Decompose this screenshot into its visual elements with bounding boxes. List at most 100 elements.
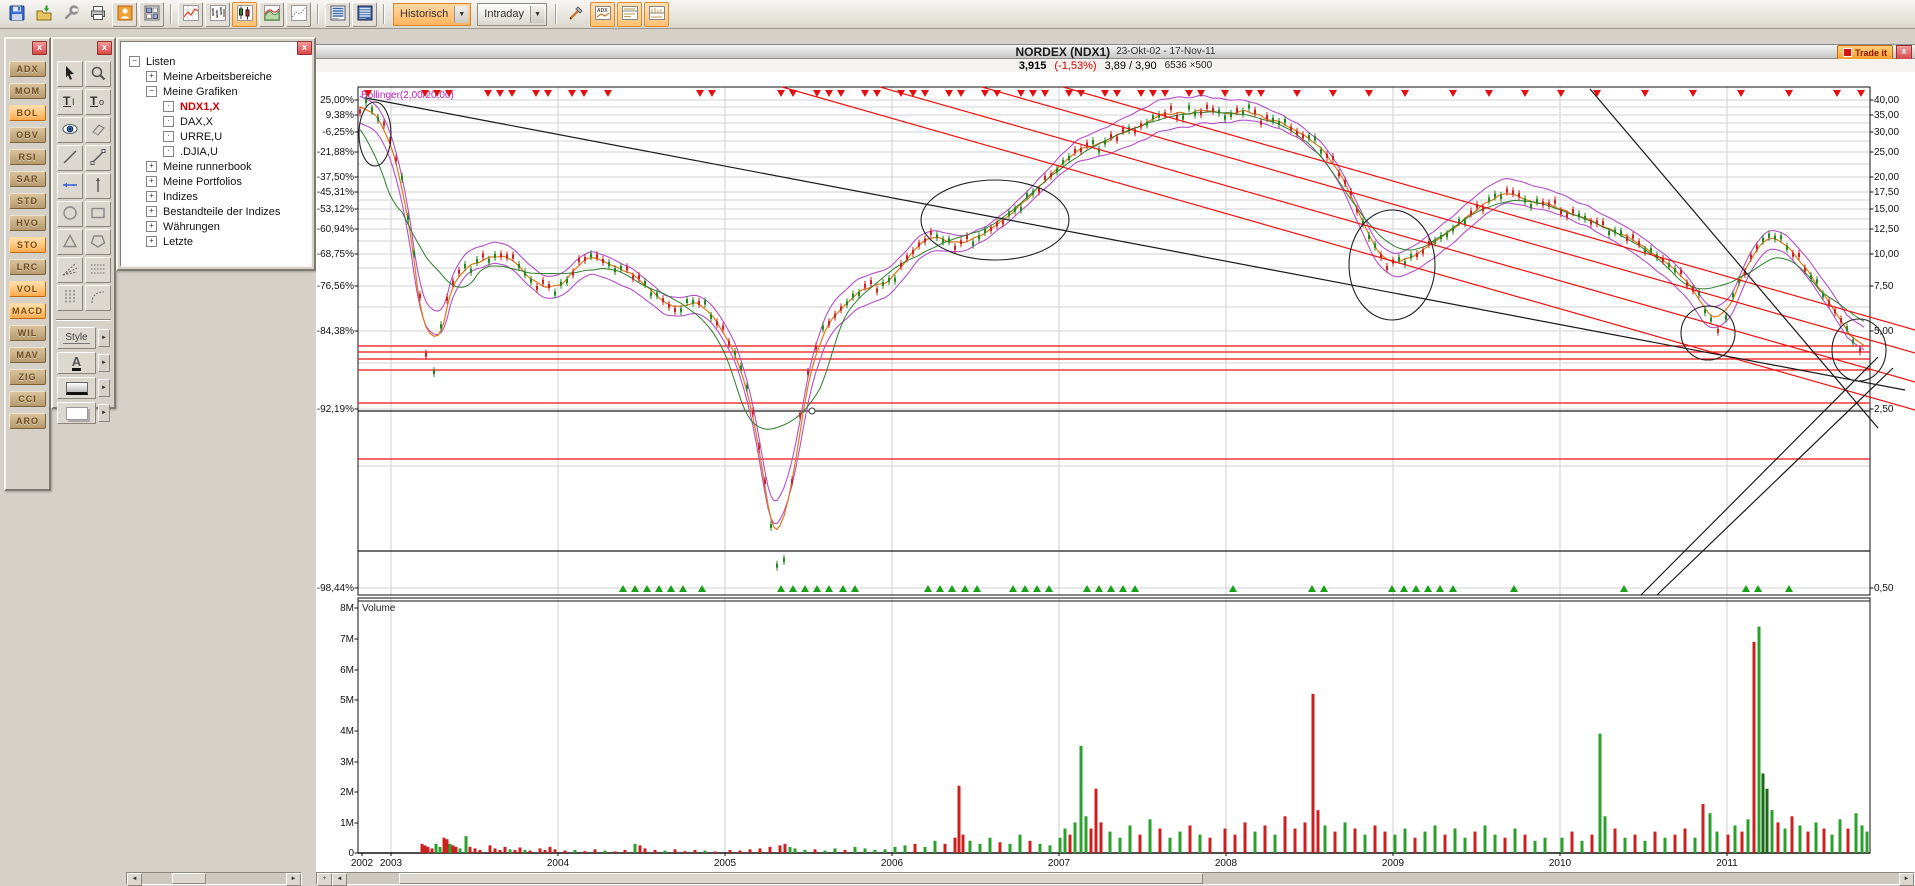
- scroll-right-icon[interactable]: ►: [286, 873, 301, 886]
- tree-expander-plus-icon[interactable]: +: [146, 176, 157, 187]
- tree-item-meine-runnerbook[interactable]: +Meine runnerbook: [121, 159, 311, 174]
- chevron-right-icon[interactable]: ►: [98, 379, 110, 397]
- chevron-down-icon[interactable]: ▼: [530, 6, 544, 23]
- tool-polygon-tool[interactable]: [85, 229, 111, 255]
- indicator-button-wil[interactable]: WIL: [9, 325, 46, 341]
- price-chart[interactable]: 25,00%9,38%-6,25%-21,88%-37,50%-45,31%-5…: [316, 72, 1915, 872]
- layout-button[interactable]: [139, 2, 164, 27]
- close-icon[interactable]: x: [297, 41, 312, 55]
- historisch-dropdown[interactable]: Historisch▼: [393, 3, 471, 26]
- style-row-line[interactable]: ►: [57, 377, 110, 399]
- chart-area-button[interactable]: [259, 2, 284, 27]
- indicator-button-rsi[interactable]: RSI: [9, 149, 46, 165]
- tool-fan-lines[interactable]: [57, 257, 83, 283]
- style-row-font[interactable]: A ►: [57, 352, 110, 374]
- tool-eye[interactable]: [57, 117, 83, 143]
- tool-dashed-cols[interactable]: [57, 285, 83, 311]
- tool-hline-arrow[interactable]: [57, 173, 83, 199]
- indicator-button-zig[interactable]: ZIG: [9, 369, 46, 385]
- indicator-button-cci[interactable]: CCI: [9, 391, 46, 407]
- close-icon[interactable]: x: [32, 41, 47, 55]
- indicator-button-adx[interactable]: ADX: [9, 61, 46, 77]
- scroll-thumb[interactable]: [399, 873, 1203, 884]
- save-button[interactable]: [4, 2, 29, 27]
- indicator-button-bol[interactable]: BOL: [9, 105, 46, 121]
- style-row-fill[interactable]: ►: [57, 402, 110, 424]
- scroll-left-icon[interactable]: ◄: [127, 873, 142, 886]
- print-button[interactable]: [85, 2, 110, 27]
- tool-eraser[interactable]: [85, 117, 111, 143]
- tool-zoom-lens[interactable]: [85, 61, 111, 87]
- chevron-right-icon[interactable]: ►: [98, 329, 110, 347]
- tree-item-indizes[interactable]: +Indizes: [121, 189, 311, 204]
- scroll-track[interactable]: [142, 873, 286, 884]
- tree-expander-plus-icon[interactable]: +: [146, 161, 157, 172]
- indicator-button-sto[interactable]: STO: [9, 237, 46, 253]
- chart-candle-button[interactable]: [232, 2, 257, 27]
- tree-item-w-hrungen[interactable]: +Währungen: [121, 219, 311, 234]
- tree-expander-plus-icon[interactable]: +: [146, 221, 157, 232]
- indicator-button-macd[interactable]: MACD: [9, 303, 46, 319]
- adx-tool-button[interactable]: ADX: [590, 2, 615, 27]
- indicator-button-hvo[interactable]: HVO: [9, 215, 46, 231]
- pane2-tool-button[interactable]: [644, 2, 669, 27]
- trade-it-button[interactable]: Trade it: [1837, 45, 1893, 60]
- tool-trend-line2[interactable]: [85, 145, 111, 171]
- tool-ellipse-tool[interactable]: [57, 201, 83, 227]
- tree-expander-minus-icon[interactable]: −: [146, 86, 157, 97]
- quote-list2-button[interactable]: [352, 2, 377, 27]
- indicator-button-vol[interactable]: VOL: [9, 281, 46, 297]
- tool-vline-arrow[interactable]: [85, 173, 111, 199]
- chart-line-button[interactable]: [178, 2, 203, 27]
- tool-arc-tool[interactable]: [85, 285, 111, 311]
- tree-expander-plus-icon[interactable]: +: [146, 206, 157, 217]
- tree-expander-plus-icon[interactable]: +: [146, 236, 157, 247]
- tree-item--djia-u[interactable]: ·.DJIA,U: [121, 144, 311, 159]
- quote-list-button[interactable]: [325, 2, 350, 27]
- tree-item-meine-portfolios[interactable]: +Meine Portfolios: [121, 174, 311, 189]
- tree-item-bestandteile-der-indizes[interactable]: +Bestandteile der Indizes: [121, 204, 311, 219]
- indicator-button-obv[interactable]: OBV: [9, 127, 46, 143]
- tree-item-urre-u[interactable]: ·URRE,U: [121, 129, 311, 144]
- style-row-style[interactable]: Style ►: [57, 327, 110, 349]
- tree-item-letzte[interactable]: +Letzte: [121, 234, 311, 249]
- indicator-button-std[interactable]: STD: [9, 193, 46, 209]
- draw-tool-button[interactable]: [563, 2, 588, 27]
- tree-item-ndx1-x[interactable]: ·NDX1,X: [121, 99, 311, 114]
- tree-expander-plus-icon[interactable]: +: [146, 191, 157, 202]
- pane-tool-button[interactable]: [617, 2, 642, 27]
- tool-rect-tool[interactable]: [85, 201, 111, 227]
- wrench-button[interactable]: [58, 2, 83, 27]
- chart-ohlc-button[interactable]: [205, 2, 230, 27]
- chevron-right-icon[interactable]: ►: [98, 404, 110, 422]
- indicator-button-mav[interactable]: MAV: [9, 347, 46, 363]
- scroll-right-icon[interactable]: ►: [1899, 873, 1914, 886]
- tool-trend-line[interactable]: [57, 145, 83, 171]
- scroll-thumb[interactable]: [172, 873, 206, 884]
- tool-triangle-tool[interactable]: [57, 229, 83, 255]
- close-icon[interactable]: x: [1896, 45, 1912, 60]
- chevron-down-icon[interactable]: ▼: [454, 6, 468, 23]
- tool-text-ti[interactable]: TI: [57, 89, 83, 115]
- tree-item-meine-arbeitsbereiche[interactable]: +Meine Arbeitsbereiche: [121, 69, 311, 84]
- chart-horizontal-scrollbar[interactable]: + ◄ ►: [316, 872, 1915, 885]
- tree-item-meine-grafiken[interactable]: −Meine Grafiken: [121, 84, 311, 99]
- chart-dot-button[interactable]: [286, 2, 311, 27]
- tool-text-to[interactable]: To: [85, 89, 111, 115]
- tool-cursor[interactable]: [57, 61, 83, 87]
- tree-expander-plus-icon[interactable]: +: [146, 71, 157, 82]
- zoom-plus-button[interactable]: +: [317, 873, 332, 886]
- chevron-right-icon[interactable]: ►: [98, 354, 110, 372]
- tool-dotted-rows[interactable]: [85, 257, 111, 283]
- scroll-left-icon[interactable]: ◄: [332, 873, 347, 886]
- tree-item-dax-x[interactable]: ·DAX,X: [121, 114, 311, 129]
- drawing-handle[interactable]: [809, 408, 815, 414]
- open-folder-button[interactable]: [31, 2, 56, 27]
- scroll-track[interactable]: [347, 873, 1899, 884]
- indicator-button-sar[interactable]: SAR: [9, 171, 46, 187]
- indicator-button-lrc[interactable]: LRC: [9, 259, 46, 275]
- tree-expander-minus-icon[interactable]: −: [129, 56, 140, 67]
- close-icon[interactable]: x: [97, 41, 112, 55]
- watchlist-horizontal-scrollbar[interactable]: ◄ ►: [126, 872, 302, 885]
- tree-item-listen[interactable]: −Listen: [121, 54, 311, 69]
